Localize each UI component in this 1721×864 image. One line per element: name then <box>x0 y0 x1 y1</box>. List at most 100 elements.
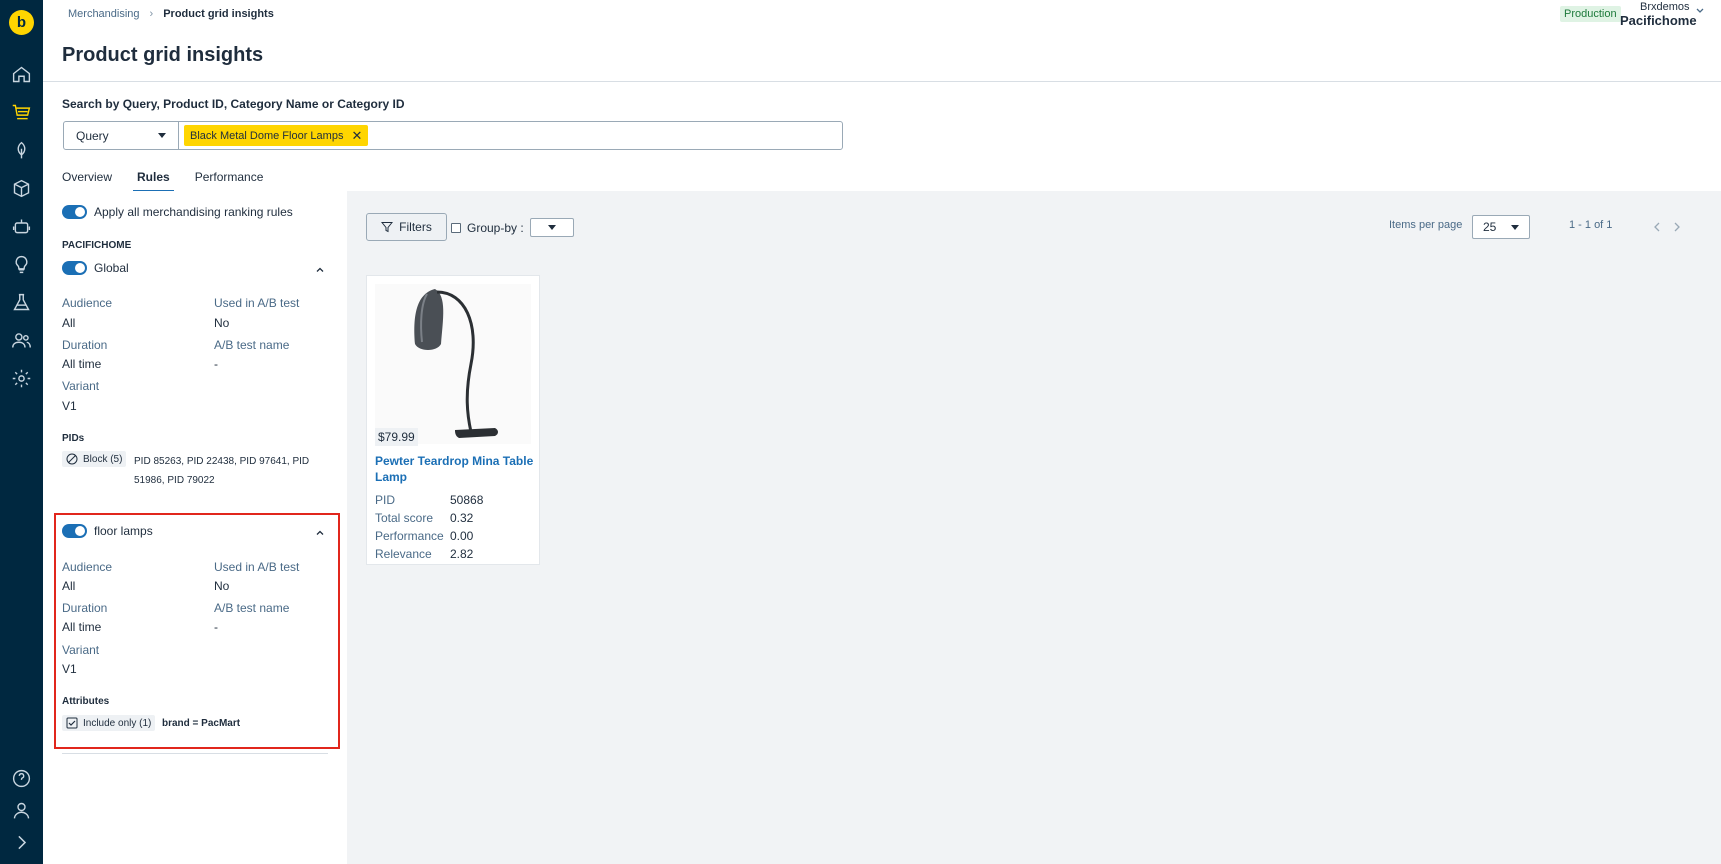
search-type-value: Query <box>76 128 109 143</box>
global-variant-value: V1 <box>62 399 77 413</box>
global-ab-name-label: A/B test name <box>214 338 290 352</box>
header-divider <box>43 81 1721 82</box>
pid-label: PID <box>375 493 396 507</box>
global-variant-label: Variant <box>62 379 100 393</box>
account-site[interactable]: Pacifichome <box>1620 13 1697 28</box>
groupby-checkbox[interactable] <box>451 222 461 233</box>
include-only-tag: Include only (1) <box>62 715 156 731</box>
product-stats: PID 50868 Total score 0.32 Performance 0.00… <box>375 491 483 563</box>
caret-down-icon <box>547 225 556 230</box>
fl-variant-value: V1 <box>62 662 77 676</box>
search-label: Search by Query, Product ID, Category Na… <box>62 97 405 111</box>
global-ab-used-label: Used in A/B test <box>214 296 300 310</box>
site-heading: PACIFICHOME <box>62 240 132 251</box>
gear-icon[interactable] <box>11 368 32 389</box>
tab-overview[interactable]: Overview <box>62 164 112 192</box>
floor-lamps-rule-toggle[interactable] <box>62 524 87 538</box>
groupby-label: Group-by : <box>467 220 524 235</box>
robot-icon[interactable] <box>11 216 32 237</box>
breadcrumb-current: Product grid insights <box>163 8 274 20</box>
filters-button[interactable]: Filters <box>366 213 447 241</box>
fl-duration-value: All time <box>62 620 102 634</box>
chevron-up-icon[interactable] <box>316 526 324 535</box>
cube-icon[interactable] <box>11 178 32 199</box>
results-area <box>347 191 1721 864</box>
apply-all-toggle[interactable] <box>62 205 87 219</box>
fl-variant-label: Variant <box>62 643 100 657</box>
home-icon[interactable] <box>11 64 32 85</box>
expand-icon[interactable] <box>11 832 32 853</box>
lightbulb-icon[interactable] <box>11 254 32 275</box>
fl-audience-label: Audience <box>62 560 113 574</box>
leaf-icon[interactable] <box>11 140 32 161</box>
tab-rules[interactable]: Rules <box>133 164 174 192</box>
total-score-value: 0.32 <box>450 511 474 525</box>
brand-logo[interactable]: b <box>9 10 34 35</box>
performance-value: 0.00 <box>450 529 474 543</box>
global-ab-name-value: - <box>214 357 218 371</box>
attributes-heading: Attributes <box>62 696 110 707</box>
help-icon[interactable] <box>11 768 32 789</box>
relevance-label: Relevance <box>375 547 432 561</box>
apply-all-label: Apply all merchandising ranking rules <box>94 205 293 219</box>
block-icon <box>66 453 78 465</box>
fl-ab-used-label: Used in A/B test <box>214 560 300 574</box>
chevron-left-icon[interactable] <box>1652 221 1662 233</box>
pids-list: PID 85263, PID 22438, PID 97641, PID 519… <box>134 456 310 486</box>
cart-icon[interactable] <box>11 102 32 123</box>
sidebar: b <box>0 0 43 864</box>
filters-label: Filters <box>399 220 432 234</box>
groupby-control: Group-by : <box>451 218 574 237</box>
chevron-up-icon[interactable] <box>316 263 324 272</box>
items-per-page-value: 25 <box>1483 220 1497 234</box>
performance-label: Performance <box>375 529 444 543</box>
product-price: $79.99 <box>375 428 418 446</box>
caret-down-icon <box>1511 224 1519 230</box>
items-per-page-label: Items per page <box>1389 219 1463 231</box>
global-audience-value: All <box>62 316 76 330</box>
account-name[interactable]: Brxdemos <box>1640 1 1690 13</box>
search-type-select[interactable]: Query <box>64 122 179 149</box>
global-duration-label: Duration <box>62 338 108 352</box>
include-only-label: Include only (1) <box>83 717 152 729</box>
breadcrumb-merchandising[interactable]: Merchandising <box>68 8 140 20</box>
users-icon[interactable] <box>11 330 32 351</box>
fl-audience-value: All <box>62 579 76 593</box>
tab-performance[interactable]: Performance <box>195 164 264 192</box>
global-rule-name: Global <box>94 261 129 275</box>
pager-text: 1 - 1 of 1 <box>1569 219 1613 231</box>
product-image[interactable] <box>375 284 531 444</box>
pids-block-tag: Block (5) <box>62 451 127 467</box>
floor-lamps-rule-name: floor lamps <box>94 524 153 538</box>
fl-ab-name-label: A/B test name <box>214 601 290 615</box>
items-per-page-select[interactable]: 25 <box>1472 215 1530 239</box>
pids-block-label: Block (5) <box>83 453 123 465</box>
product-name-link[interactable]: Pewter Teardrop Mina Table Lamp <box>375 453 535 485</box>
chevron-right-icon[interactable] <box>1672 221 1682 233</box>
search-chip-label: Black Metal Dome Floor Lamps <box>190 129 344 142</box>
attribute-rule: brand = PacMart <box>162 718 241 729</box>
panel-divider <box>62 753 328 754</box>
pid-value: 50868 <box>450 493 484 507</box>
user-icon[interactable] <box>11 800 32 821</box>
checkbox-check-icon <box>66 717 78 729</box>
chevron-down-icon[interactable] <box>1695 5 1705 15</box>
global-rule-toggle[interactable] <box>62 261 87 275</box>
total-score-label: Total score <box>375 511 434 525</box>
global-duration-value: All time <box>62 357 102 371</box>
groupby-select[interactable] <box>529 218 574 237</box>
pids-heading: PIDs <box>62 433 85 444</box>
flask-icon[interactable] <box>11 292 32 313</box>
global-ab-used-value: No <box>214 316 230 330</box>
environment-badge: Production <box>1560 6 1621 22</box>
tab-bar: Overview Rules Performance <box>62 164 289 192</box>
search-box[interactable]: Query Black Metal Dome Floor Lamps ✕ <box>63 121 843 150</box>
fl-duration-label: Duration <box>62 601 108 615</box>
search-chip: Black Metal Dome Floor Lamps ✕ <box>184 125 369 146</box>
product-card[interactable]: $79.99 Pewter Teardrop Mina Table Lamp P… <box>366 275 540 565</box>
fl-ab-used-value: No <box>214 579 230 593</box>
global-audience-label: Audience <box>62 296 113 310</box>
filter-icon <box>381 222 394 233</box>
close-icon[interactable]: ✕ <box>351 129 362 142</box>
fl-ab-name-value: - <box>214 620 218 634</box>
